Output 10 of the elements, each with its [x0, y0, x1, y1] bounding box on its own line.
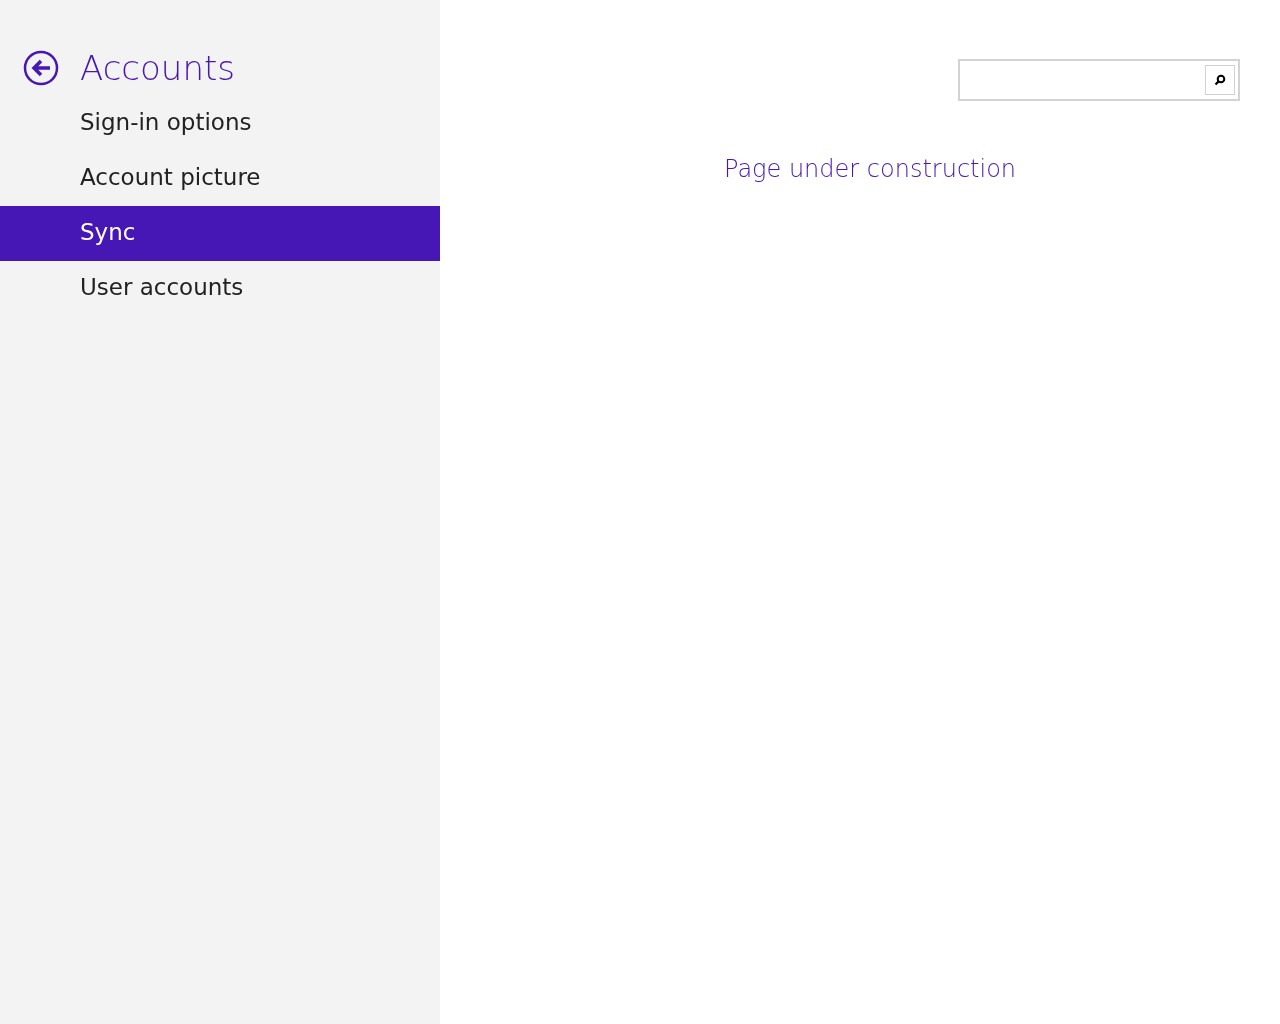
page-title: Accounts	[80, 48, 235, 88]
sidebar-item[interactable]: Sync	[0, 206, 440, 261]
sidebar-item[interactable]: Sign-in options	[0, 96, 440, 151]
search-button[interactable]	[1205, 65, 1235, 95]
search-icon	[1214, 74, 1226, 86]
search-field[interactable]	[958, 59, 1240, 101]
back-icon[interactable]	[23, 50, 59, 86]
status-message: Page under construction	[724, 155, 1018, 183]
sidebar-item[interactable]: User accounts	[0, 261, 440, 316]
sidebar-item[interactable]: Account picture	[0, 151, 440, 206]
